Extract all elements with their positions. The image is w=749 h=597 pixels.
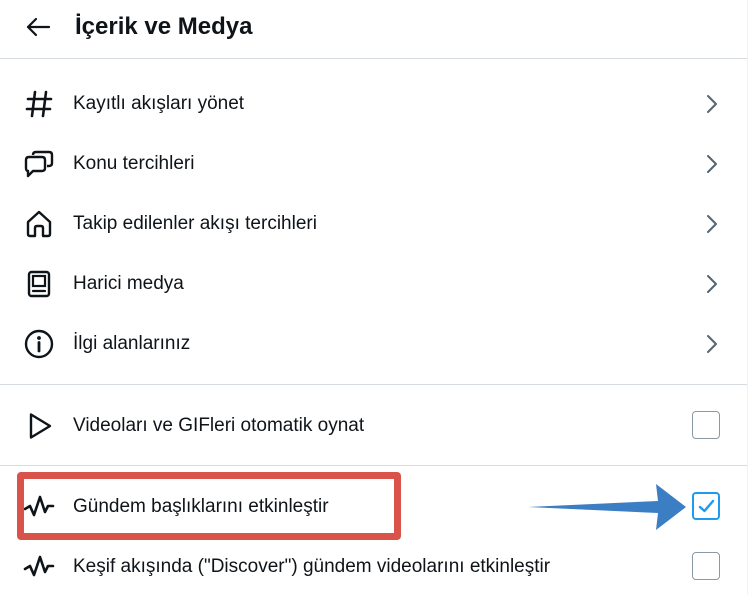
trending-videos-checkbox[interactable] [692, 552, 720, 580]
nav-item-label: Kayıtlı akışları yönet [73, 93, 245, 114]
play-icon [22, 410, 56, 442]
hashtag-icon [22, 88, 56, 120]
nav-item-label: Harici medya [73, 273, 184, 294]
info-icon [22, 328, 56, 360]
section-divider [0, 384, 747, 385]
nav-item-saved-feeds[interactable]: Kayıtlı akışları yönet [0, 74, 747, 134]
annotation-highlight-box [17, 472, 401, 540]
checkmark-icon [698, 499, 715, 513]
trending-checkbox[interactable] [692, 492, 720, 520]
content-and-media-settings: İçerik ve Medya Kayıtlı akışları yönet K… [0, 0, 748, 595]
chevron-right-icon [707, 275, 717, 293]
page-title: İçerik ve Medya [75, 13, 253, 40]
chevron-right-icon [707, 95, 717, 113]
nav-item-label: Konu tercihleri [73, 153, 195, 174]
setting-label: Videoları ve GIFleri otomatik oynat [73, 415, 365, 436]
nav-item-external-media[interactable]: Harici medya [0, 254, 747, 314]
nav-item-interests[interactable]: İlgi alanlarınız [0, 314, 747, 374]
chat-bubbles-icon [22, 148, 56, 180]
chevron-right-icon [707, 335, 717, 353]
nav-item-label: İlgi alanlarınız [73, 333, 191, 354]
home-icon [22, 208, 56, 240]
chevron-right-icon [707, 215, 717, 233]
trending-wave-icon [22, 551, 56, 583]
setting-trending-videos-discover[interactable]: Keşif akışında ("Discover") gündem video… [0, 537, 747, 597]
media-card-icon [22, 268, 56, 300]
chevron-right-icon [707, 155, 717, 173]
arrow-left-icon [26, 17, 51, 37]
nav-item-label: Takip edilenler akışı tercihleri [73, 213, 317, 234]
autoplay-checkbox[interactable] [692, 411, 720, 439]
setting-label: Keşif akışında ("Discover") gündem video… [73, 556, 551, 577]
header: İçerik ve Medya [0, 0, 747, 59]
annotation-arrow-icon [528, 484, 686, 530]
setting-autoplay-videos[interactable]: Videoları ve GIFleri otomatik oynat [0, 396, 747, 456]
section-divider [0, 465, 747, 466]
nav-item-following-feed-preferences[interactable]: Takip edilenler akışı tercihleri [0, 194, 747, 254]
nav-item-topic-preferences[interactable]: Konu tercihleri [0, 134, 747, 194]
back-button[interactable] [22, 13, 54, 41]
